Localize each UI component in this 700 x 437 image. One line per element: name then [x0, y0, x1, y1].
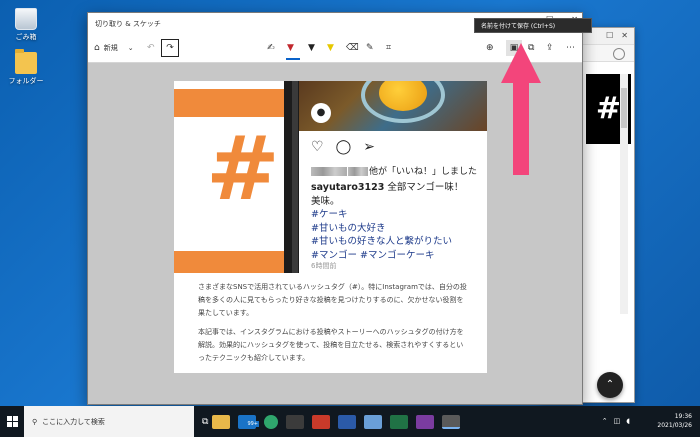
- mail-icon[interactable]: 99+: [238, 414, 259, 429]
- more-options-button[interactable]: ⋯: [566, 40, 575, 56]
- onenote-icon[interactable]: [416, 414, 435, 429]
- pdf-icon[interactable]: [312, 414, 331, 429]
- profile-icon: ●: [311, 103, 331, 123]
- task-view-icon[interactable]: ⧉: [202, 417, 208, 427]
- article-text: さまざまなSNSで活用されているハッシュタグ（#）。特にInstagramでは、…: [198, 281, 470, 371]
- share-button[interactable]: ⇪: [546, 40, 554, 56]
- eraser-button[interactable]: ⌫: [346, 40, 359, 56]
- mail-badge: 99+: [246, 420, 259, 427]
- graphic-band: [174, 89, 286, 117]
- network-icon[interactable]: ◫: [614, 417, 621, 425]
- search-placeholder: ここに入力して検索: [42, 417, 105, 426]
- maximize-icon[interactable]: ☐: [606, 31, 613, 41]
- undo-button[interactable]: ↶: [147, 40, 155, 56]
- caption-username: sayutaro3123: [311, 182, 385, 193]
- chevron-down-icon: ⌄: [127, 44, 134, 52]
- clock-date: 2021/03/26: [657, 422, 692, 429]
- touch-writing-button[interactable]: ✍: [267, 40, 275, 56]
- search-icon: ⚲: [32, 417, 38, 426]
- scrollbar-thumb[interactable]: [621, 88, 627, 128]
- blurred-username: [311, 167, 347, 176]
- new-button-label: 新規: [103, 44, 118, 52]
- paragraph: さまざまなSNSで活用されているハッシュタグ（#）。特にInstagramでは、…: [198, 283, 467, 317]
- word-icon[interactable]: [338, 414, 357, 429]
- desktop-icon-label: フォルダー: [8, 77, 44, 85]
- redo-button[interactable]: ↷: [161, 39, 179, 57]
- hashtag-graphic: #: [174, 81, 286, 273]
- avatar[interactable]: [613, 48, 625, 60]
- taskbar: ⚲ ここに入力して検索 ⧉ 99+ ⌃ ◫ ◖ 19:36 2021/03/26: [0, 406, 700, 437]
- pointer-arrow: [501, 43, 541, 175]
- taskbar-search[interactable]: ⚲ ここに入力して検索: [24, 406, 194, 437]
- blurred-username: [348, 167, 368, 176]
- pencil-button[interactable]: ▼: [308, 40, 315, 56]
- likes-text: 他が「いいね！」しました: [369, 167, 478, 177]
- ballpoint-pen-button[interactable]: ▼: [287, 40, 294, 56]
- crop-button[interactable]: ⌗: [386, 40, 391, 56]
- system-tray: ⌃ ◫ ◖: [602, 417, 630, 425]
- close-icon[interactable]: ✕: [621, 31, 628, 41]
- desktop-icon-recycle-bin[interactable]: ごみ箱: [4, 8, 48, 42]
- hashtag: #甘いもの好きな人と繋がりたい: [311, 236, 452, 247]
- volume-icon[interactable]: ◖: [626, 417, 630, 425]
- hashtag-symbol: #: [206, 117, 280, 220]
- edge-icon[interactable]: [264, 414, 279, 429]
- desktop-icon-folder[interactable]: フォルダー: [4, 49, 48, 86]
- heart-icon: ♡: [311, 139, 324, 155]
- window-title: 切り取り & スケッチ: [95, 20, 161, 28]
- caption-text: 全部マンゴー味！: [387, 182, 464, 193]
- caption-line2: 美味。: [311, 195, 340, 207]
- comment-icon: ◯: [335, 139, 352, 155]
- snip-sketch-taskbar-icon[interactable]: [442, 414, 461, 429]
- hashtag: #マンゴー #マンゴーケーキ: [311, 249, 435, 261]
- recycle-bin-icon: [15, 8, 37, 30]
- zoom-button[interactable]: ⊕: [486, 40, 494, 56]
- folder-icon: [15, 49, 37, 74]
- phone-frame-inner: [292, 81, 298, 273]
- excel-icon[interactable]: [390, 414, 409, 429]
- chevron-up-icon[interactable]: ⌃: [602, 417, 608, 425]
- paragraph: 本記事では、インスタグラムにおける投稿やストーリーへのハッシュタグの付け方を解説…: [198, 328, 464, 362]
- post-actions: ♡ ◯ ➢: [311, 139, 375, 155]
- selected-tool-indicator: [286, 58, 300, 60]
- photos-icon[interactable]: [364, 414, 383, 429]
- clock-time: 19:36: [674, 413, 692, 420]
- clock[interactable]: 19:36 2021/03/26: [657, 412, 692, 430]
- likes-line: 他が「いいね！」しました: [311, 164, 477, 177]
- send-icon: ➢: [363, 139, 375, 155]
- highlighter-button[interactable]: ▼: [327, 40, 334, 56]
- start-button[interactable]: [0, 406, 24, 437]
- new-button[interactable]: ⌂ 新規 ⌄: [94, 40, 134, 56]
- scroll-top-button[interactable]: ⌃: [597, 372, 623, 398]
- snipped-page: # ● ♡ ◯ ➢ 他が「いいね！」しました sayutaro3123 全部マン…: [174, 81, 487, 373]
- explorer-icon[interactable]: [212, 414, 231, 429]
- save-tooltip: 名前を付けて保存 (Ctrl+S): [474, 18, 592, 33]
- hashtag: #甘いもの大好き: [311, 222, 386, 234]
- hashtag: #ケーキ: [311, 209, 348, 220]
- ruler-button[interactable]: ✎: [366, 40, 374, 56]
- post-time: 6時間前: [311, 262, 337, 270]
- store-icon[interactable]: [286, 414, 305, 429]
- post-caption: sayutaro3123 全部マンゴー味！ 美味。 #ケーキ #甘いもの大好き …: [311, 181, 463, 262]
- graphic-band: [174, 251, 286, 273]
- desktop-icon-label: ごみ箱: [15, 33, 37, 41]
- windows-icon: [6, 416, 18, 427]
- new-snip-icon: ⌂: [94, 43, 100, 53]
